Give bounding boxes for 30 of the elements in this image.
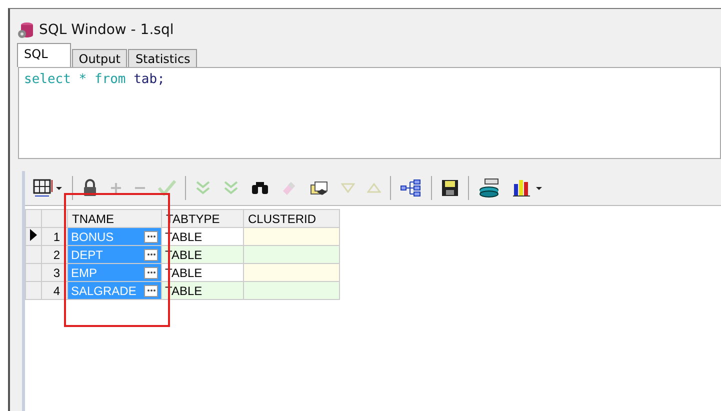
ellipsis-button[interactable] bbox=[144, 284, 158, 296]
lock-icon[interactable] bbox=[82, 179, 98, 197]
bar-chart-icon[interactable] bbox=[512, 178, 544, 198]
current-row-icon bbox=[30, 229, 37, 241]
grid-icon[interactable] bbox=[33, 178, 63, 198]
documents-icon[interactable] bbox=[309, 179, 329, 197]
binoculars-icon[interactable] bbox=[251, 181, 269, 195]
ellipsis-icon bbox=[146, 253, 156, 256]
tab[interactable]: Output bbox=[72, 49, 128, 67]
window-title: SQL Window - 1.sql bbox=[39, 22, 174, 38]
ellipsis-button[interactable] bbox=[144, 248, 158, 260]
row-number: 1 bbox=[53, 230, 60, 244]
sql-text: select * from tab; bbox=[24, 72, 165, 87]
ellipsis-icon bbox=[146, 289, 156, 292]
ellipsis-button[interactable] bbox=[144, 230, 158, 242]
check-icon[interactable] bbox=[158, 180, 176, 196]
tab[interactable]: Statistics bbox=[128, 49, 198, 67]
row-number: 2 bbox=[53, 248, 60, 262]
ellipsis-icon bbox=[146, 271, 156, 274]
row-number: 4 bbox=[53, 284, 60, 298]
row-number: 3 bbox=[53, 266, 60, 280]
tree-icon[interactable] bbox=[400, 178, 422, 198]
save-icon[interactable] bbox=[441, 179, 459, 197]
ellipsis-icon bbox=[146, 235, 156, 238]
tab[interactable]: SQL bbox=[17, 43, 71, 67]
database-icon[interactable] bbox=[478, 178, 500, 198]
plus-icon[interactable] bbox=[110, 182, 122, 194]
database-icon bbox=[17, 20, 35, 38]
ellipsis-button[interactable] bbox=[144, 266, 158, 278]
sql-editor[interactable]: select * from tab; bbox=[18, 67, 721, 159]
